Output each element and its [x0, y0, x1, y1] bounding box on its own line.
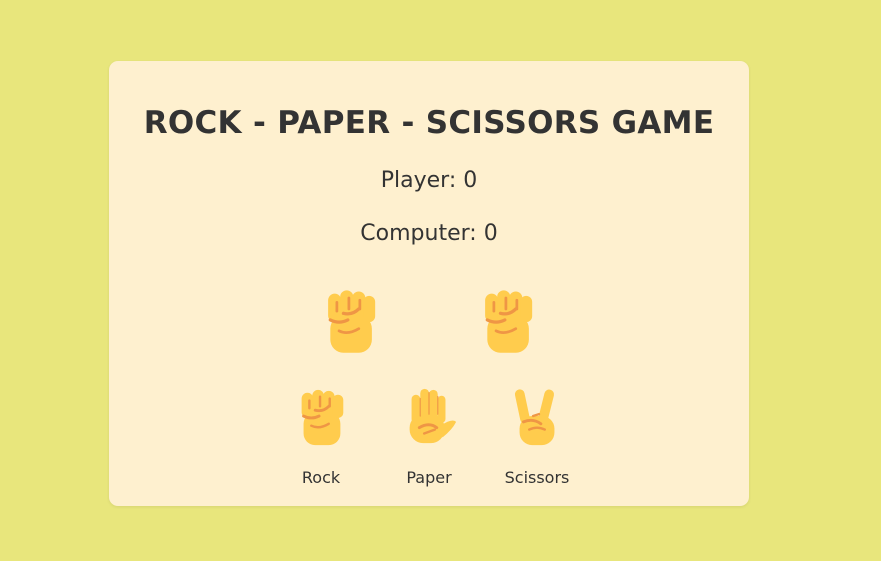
paper-label: Paper — [406, 468, 452, 487]
player-score: Player0 — [109, 168, 749, 193]
choice-buttons: Rock Paper Scissors — [109, 384, 749, 494]
player-score-value: 0 — [463, 168, 478, 193]
computer-score: Computer0 — [109, 221, 749, 246]
player-hand-display — [315, 287, 385, 355]
rock-hand-icon — [326, 288, 377, 355]
computer-score-value: 0 — [483, 221, 498, 246]
player-score-label: Player — [381, 168, 463, 193]
rock-label: Rock — [301, 468, 341, 487]
paper-button[interactable]: Paper — [384, 384, 474, 488]
rock-hand-icon — [300, 388, 345, 447]
scissors-button[interactable]: Scissors — [492, 384, 582, 488]
computer-score-label: Computer — [360, 221, 483, 246]
page-title: ROCK - PAPER - SCISSORS GAME — [143, 105, 715, 141]
rock-hand-icon — [483, 288, 534, 355]
rock-button[interactable]: Rock — [276, 384, 366, 488]
paper-hand-icon — [408, 387, 458, 445]
computer-hand-display — [472, 287, 542, 355]
scissors-hand-icon — [512, 387, 557, 447]
scissors-label: Scissors — [504, 468, 570, 487]
game-card: ROCK - PAPER - SCISSORS GAME Player0 Com… — [109, 61, 749, 506]
